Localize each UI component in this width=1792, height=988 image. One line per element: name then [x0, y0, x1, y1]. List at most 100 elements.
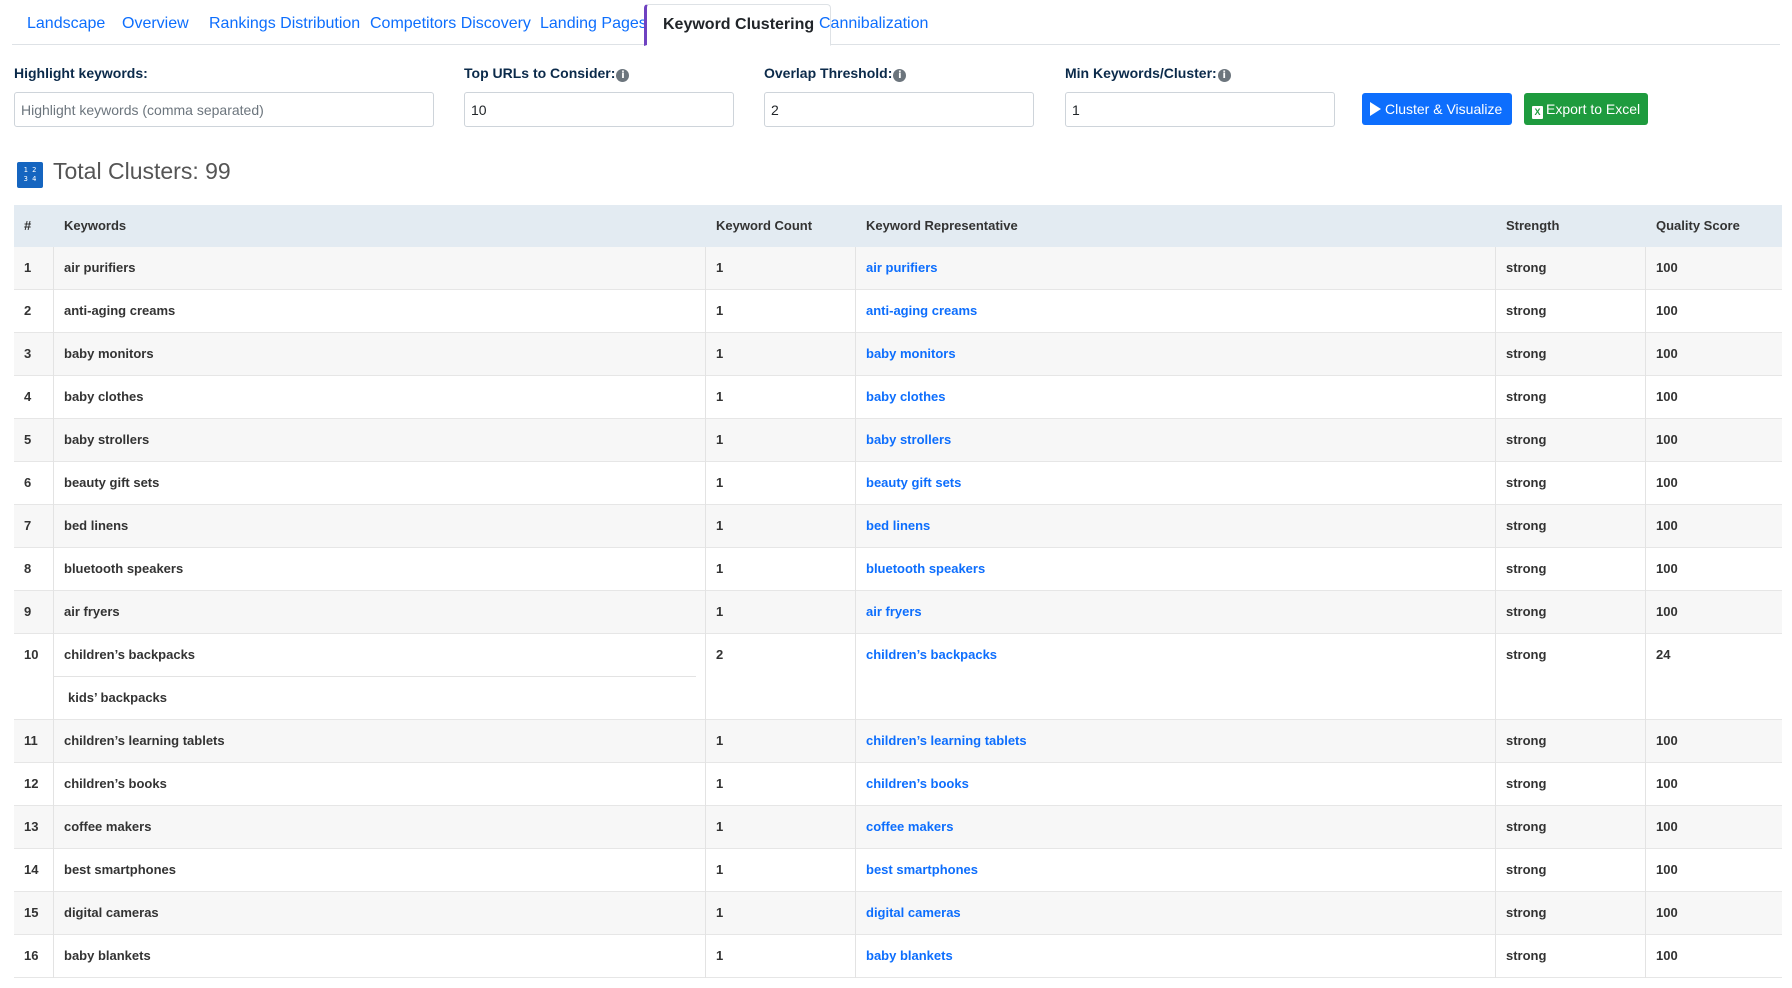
- header-keyword-representative[interactable]: Keyword Representative: [856, 205, 1018, 247]
- column-divider: [53, 419, 54, 462]
- column-divider: [53, 247, 54, 290]
- keyword-representative-link[interactable]: bed linens: [856, 505, 930, 547]
- table-row: 4 baby clothes 1 baby clothes strong 100: [14, 376, 1782, 419]
- column-divider: [855, 290, 856, 333]
- keyword-cell: baby clothes: [64, 389, 144, 404]
- column-divider: [53, 634, 54, 720]
- table-row: 11 children’s learning tablets 1 children’s…: [14, 720, 1782, 763]
- cluster-visualize-button[interactable]: Cluster & Visualize: [1362, 93, 1512, 125]
- column-divider: [53, 290, 54, 333]
- column-divider: [1495, 763, 1496, 806]
- tab-landing-pages[interactable]: Landing Pages: [540, 5, 647, 45]
- keyword-representative-link[interactable]: best smartphones: [856, 849, 978, 891]
- column-divider: [53, 333, 54, 376]
- quality-score-cell: 100: [1656, 518, 1678, 533]
- column-divider: [1645, 634, 1646, 720]
- quality-score-cell: 100: [1656, 303, 1678, 318]
- column-divider: [53, 505, 54, 548]
- keyword-count-cell: 1: [716, 303, 724, 318]
- keyword-representative-link[interactable]: bluetooth speakers: [856, 548, 985, 590]
- column-divider: [1645, 935, 1646, 978]
- strength-cell: strong: [1506, 389, 1547, 404]
- column-divider: [855, 763, 856, 806]
- excel-icon: X: [1532, 106, 1543, 119]
- table-row: 13 coffee makers 1 coffee makers strong 100: [14, 806, 1782, 849]
- keyword-count-cell: 2: [716, 647, 724, 662]
- play-icon: [1370, 102, 1381, 116]
- strength-cell: strong: [1506, 518, 1547, 533]
- keyword-representative-link[interactable]: baby clothes: [856, 376, 945, 418]
- table-row: 16 baby blankets 1 baby blankets strong 100: [14, 935, 1782, 978]
- quality-score-cell: 100: [1656, 432, 1678, 447]
- column-divider: [1645, 462, 1646, 505]
- column-divider: [1645, 849, 1646, 892]
- column-divider: [705, 462, 706, 505]
- keyword-representative-link[interactable]: baby blankets: [856, 935, 953, 977]
- column-divider: [1645, 591, 1646, 634]
- keyword-count-cell: 1: [716, 518, 724, 533]
- keyword-representative-link[interactable]: air purifiers: [856, 247, 938, 289]
- column-divider: [1495, 247, 1496, 290]
- keyword-representative-link[interactable]: baby monitors: [856, 333, 956, 375]
- keyword-cell: kids’ backpacks: [68, 690, 168, 705]
- keyword-count-cell: 1: [716, 604, 724, 619]
- tab-keyword-clustering[interactable]: Keyword Clustering: [644, 4, 832, 46]
- column-divider: [705, 591, 706, 634]
- keyword-cell: children’s backpacks: [64, 647, 196, 662]
- column-divider: [855, 376, 856, 419]
- strength-cell: strong: [1506, 604, 1547, 619]
- cluster-number: 15: [24, 905, 39, 920]
- column-divider: [705, 505, 706, 548]
- column-divider: [1495, 849, 1496, 892]
- tab-overview[interactable]: Overview: [122, 5, 189, 45]
- export-excel-button[interactable]: X Export to Excel: [1524, 93, 1648, 125]
- header-keyword-count[interactable]: Keyword Count: [706, 205, 812, 247]
- tab-cannibalization[interactable]: Cannibalization: [819, 5, 928, 45]
- table-row: 12 children’s books 1 children’s books stron…: [14, 763, 1782, 806]
- keyword-cell: air fryers: [64, 604, 120, 619]
- header-strength[interactable]: Strength: [1496, 205, 1559, 247]
- strength-cell: strong: [1506, 561, 1547, 576]
- tab-competitors-discovery[interactable]: Competitors Discovery: [370, 5, 531, 45]
- column-divider: [855, 892, 856, 935]
- top-urls-input[interactable]: [464, 92, 734, 127]
- header-number[interactable]: #: [14, 205, 31, 247]
- keyword-representative-link[interactable]: children’s backpacks: [856, 634, 997, 676]
- overlap-threshold-input[interactable]: [764, 92, 1034, 127]
- min-keywords-input[interactable]: [1065, 92, 1335, 127]
- keyword-representative-link[interactable]: beauty gift sets: [856, 462, 961, 504]
- keyword-representative-link[interactable]: air fryers: [856, 591, 922, 633]
- strength-cell: strong: [1506, 905, 1547, 920]
- header-keywords[interactable]: Keywords: [54, 205, 126, 247]
- column-divider: [1645, 548, 1646, 591]
- column-divider: [53, 720, 54, 763]
- info-icon[interactable]: i: [616, 69, 630, 82]
- keyword-representative-link[interactable]: children’s books: [856, 763, 969, 805]
- column-divider: [705, 419, 706, 462]
- column-divider: [1645, 763, 1646, 806]
- info-icon[interactable]: i: [1217, 69, 1231, 82]
- keyword-representative-link[interactable]: baby strollers: [856, 419, 951, 461]
- column-divider: [1495, 376, 1496, 419]
- tab-landscape[interactable]: Landscape: [27, 5, 105, 45]
- tab-rankings-distribution[interactable]: Rankings Distribution: [209, 5, 360, 45]
- column-divider: [53, 548, 54, 591]
- column-divider: [705, 548, 706, 591]
- quality-score-cell: 100: [1656, 905, 1678, 920]
- column-divider: [855, 462, 856, 505]
- strength-cell: strong: [1506, 862, 1547, 877]
- total-clusters-title: Total Clusters: 99: [53, 158, 231, 184]
- cluster-visualize-label: Cluster & Visualize: [1385, 101, 1503, 117]
- keyword-representative-link[interactable]: coffee makers: [856, 806, 953, 848]
- strength-cell: strong: [1506, 475, 1547, 490]
- column-divider: [705, 806, 706, 849]
- keyword-representative-link[interactable]: digital cameras: [856, 892, 961, 934]
- quality-score-cell: 100: [1656, 776, 1678, 791]
- info-icon[interactable]: i: [893, 69, 907, 82]
- cluster-number: 4: [24, 389, 32, 404]
- header-quality-score[interactable]: Quality Score: [1646, 205, 1740, 247]
- keyword-representative-link[interactable]: anti-aging creams: [856, 290, 977, 332]
- keyword-count-cell: 1: [716, 862, 724, 877]
- highlight-keywords-input[interactable]: [14, 92, 434, 127]
- keyword-representative-link[interactable]: children’s learning tablets: [856, 720, 1027, 762]
